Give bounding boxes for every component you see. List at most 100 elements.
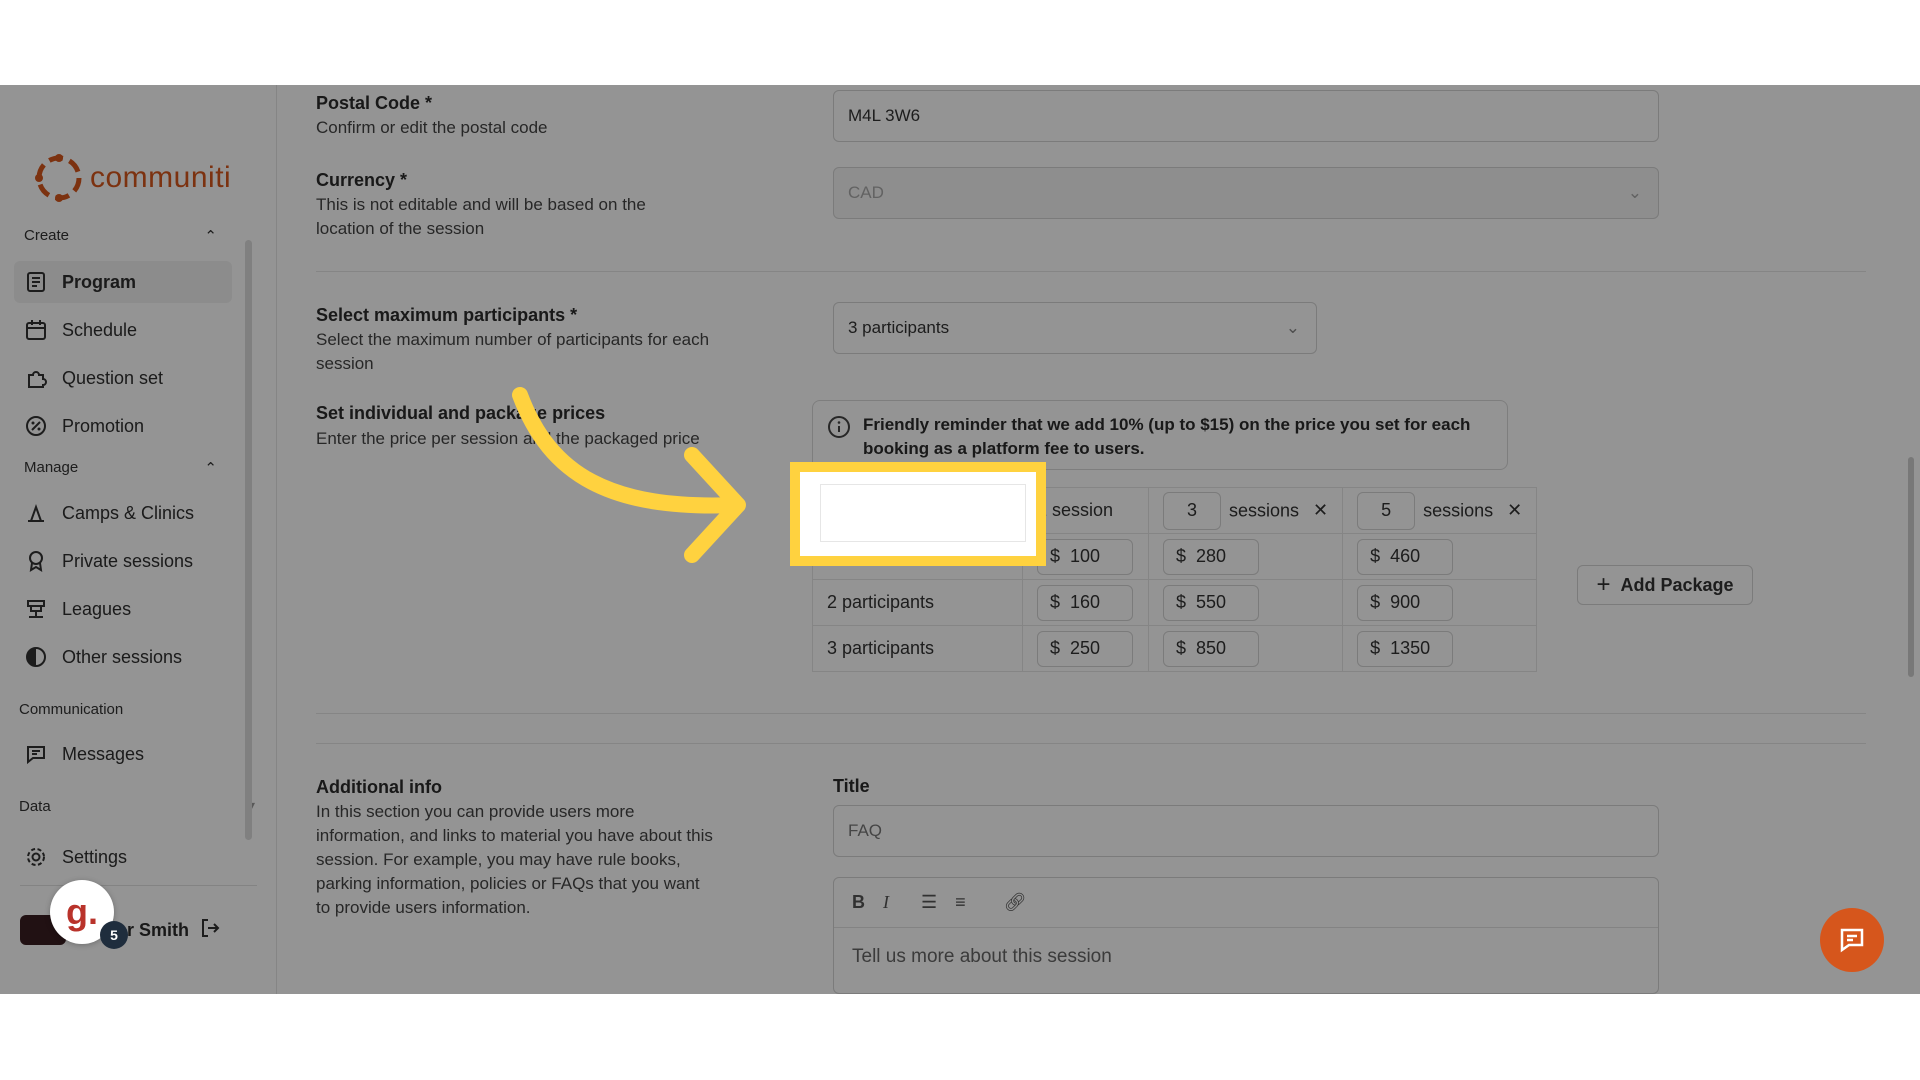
logout-icon[interactable] xyxy=(199,917,221,944)
currency-symbol: $ xyxy=(1050,546,1061,566)
price-cell: $160 xyxy=(1022,579,1149,626)
table-row: 3 participants $250 $850 $1350 xyxy=(812,625,1538,672)
price-value: 850 xyxy=(1196,638,1227,658)
sidebar-item-messages[interactable]: Messages xyxy=(14,733,232,775)
chat-button[interactable] xyxy=(1820,908,1884,972)
postal-code-input[interactable]: M4L 3W6 xyxy=(833,90,1659,142)
section-divider xyxy=(316,271,1866,272)
currency-value: CAD xyxy=(848,183,884,202)
sidebar-item-label: Question set xyxy=(62,367,164,388)
chat-icon xyxy=(1840,928,1864,953)
max-participants-desc: Select the maximum number of participant… xyxy=(316,330,710,373)
price-input[interactable]: $250 xyxy=(1037,630,1133,667)
currency-symbol: $ xyxy=(1050,638,1061,658)
sidebar-item-settings[interactable]: Settings xyxy=(14,836,232,878)
sidebar-item-leagues[interactable]: Leagues xyxy=(14,588,232,630)
price-input[interactable]: $280 xyxy=(1163,538,1259,575)
currency-symbol: $ xyxy=(1176,638,1187,658)
postal-code-label: Postal Code * xyxy=(316,93,433,113)
brand-logo[interactable]: communiti xyxy=(34,153,231,203)
currency-symbol: $ xyxy=(1370,546,1381,566)
section-communication-label: Communication xyxy=(19,701,124,718)
max-participants-label: Select maximum participants * xyxy=(316,305,578,325)
plus-icon: + xyxy=(1596,571,1611,598)
platform-fee-notice: Friendly reminder that we add 10% (up to… xyxy=(812,400,1508,470)
add-package-label: Add Package xyxy=(1620,574,1734,595)
sidebar-item-program[interactable]: Program xyxy=(14,261,232,303)
bracket-icon xyxy=(24,597,48,621)
price-value: 1350 xyxy=(1390,638,1431,658)
sidebar-item-other-sessions[interactable]: Other sessions xyxy=(14,636,232,678)
italic-icon[interactable]: I xyxy=(883,892,889,913)
notice-text: Friendly reminder that we add 10% (up to… xyxy=(863,415,1471,458)
editor-toolbar: B I ☰ ≡ 🔗︎ xyxy=(834,878,1658,928)
sidebar-item-label: Program xyxy=(62,271,137,292)
currency-select: CAD ⌄ xyxy=(833,167,1659,219)
section-create[interactable]: Create ⌃ xyxy=(24,227,217,245)
app-window: communiti Create ⌃ Program Schedule Ques… xyxy=(0,85,1920,994)
section-communication: Communication xyxy=(19,701,212,718)
award-icon xyxy=(24,549,48,573)
header-package-2: 5 sessions ✕ xyxy=(1342,487,1538,534)
communiti-logo-icon xyxy=(35,154,82,202)
rich-text-editor[interactable]: B I ☰ ≡ 🔗︎ Tell us more about this sessi… xyxy=(833,877,1659,994)
section-manage-label: Manage xyxy=(24,459,79,476)
header-1-session-label: 1 session xyxy=(1037,500,1114,520)
price-input[interactable]: $550 xyxy=(1163,584,1259,621)
title-input[interactable]: FAQ xyxy=(833,805,1659,857)
ordered-list-icon[interactable]: ☰ xyxy=(921,892,937,913)
price-input[interactable]: $460 xyxy=(1357,538,1454,575)
price-value: 280 xyxy=(1196,546,1227,566)
price-value: 100 xyxy=(1070,546,1101,566)
section-divider xyxy=(316,743,1866,744)
price-input[interactable]: $850 xyxy=(1163,630,1259,667)
bold-icon[interactable]: B xyxy=(852,892,865,913)
sidebar-item-promotion[interactable]: Promotion xyxy=(14,405,232,447)
max-participants-select[interactable]: 3 participants ⌄ xyxy=(833,302,1317,354)
sidebar-item-label: Private sessions xyxy=(62,550,194,571)
section-manage[interactable]: Manage ⌃ xyxy=(24,459,217,477)
sidebar-item-private-sessions[interactable]: Private sessions xyxy=(14,540,232,582)
link-icon[interactable]: 🔗︎ xyxy=(1004,892,1027,913)
price-cell: $900 xyxy=(1342,579,1538,626)
chevron-up-icon: ⌃ xyxy=(204,460,217,477)
sidebar-scrollbar[interactable] xyxy=(245,240,252,840)
page-scrollbar[interactable] xyxy=(1908,457,1914,677)
sidebar-item-schedule[interactable]: Schedule xyxy=(14,309,232,351)
sidebar-item-label: Messages xyxy=(62,743,145,764)
puzzle-icon xyxy=(24,366,48,390)
price-input[interactable]: $160 xyxy=(1037,584,1133,621)
currency-symbol: $ xyxy=(1176,546,1187,566)
editor-placeholder: Tell us more about this session xyxy=(852,946,1112,967)
package-session-count-input[interactable]: 5 xyxy=(1357,491,1416,530)
section-data-label: Data xyxy=(19,798,51,815)
package-session-count-input[interactable]: 3 xyxy=(1163,491,1221,530)
price-value: 460 xyxy=(1390,546,1421,566)
bullet-list-icon[interactable]: ≡ xyxy=(955,892,966,913)
chevron-down-icon: ⌄ xyxy=(1627,183,1642,202)
price-input[interactable]: $1350 xyxy=(1357,630,1454,667)
remove-package-icon[interactable]: ✕ xyxy=(1507,500,1522,521)
sidebar-item-question-set[interactable]: Question set xyxy=(14,357,232,399)
chevron-up-icon: ⌃ xyxy=(204,228,217,245)
section-data[interactable]: Data ▾ xyxy=(19,798,255,815)
currency-label: Currency * xyxy=(316,170,408,190)
max-participants-value: 3 participants xyxy=(848,318,950,337)
calendar-icon xyxy=(24,318,48,342)
currency-symbol: $ xyxy=(1370,638,1381,658)
price-value: 900 xyxy=(1390,592,1421,612)
sidebar-item-camps-clinics[interactable]: Camps & Clinics xyxy=(14,492,232,534)
price-input[interactable]: $900 xyxy=(1357,584,1454,621)
remove-package-icon[interactable]: ✕ xyxy=(1313,500,1328,521)
price-input[interactable]: $100 xyxy=(1037,538,1133,575)
additional-info-label: Additional info xyxy=(316,777,442,797)
row-label: 3 participants xyxy=(812,625,1023,672)
title-label: Title xyxy=(833,776,870,796)
price-value: 160 xyxy=(1070,592,1101,612)
sidebar-item-label: Settings xyxy=(62,846,128,867)
message-icon xyxy=(24,742,48,766)
add-package-button[interactable]: + Add Package xyxy=(1577,565,1753,605)
price-cell: $850 xyxy=(1147,625,1344,672)
price-value: 250 xyxy=(1070,638,1101,658)
sessions-label: sessions xyxy=(1229,500,1300,520)
